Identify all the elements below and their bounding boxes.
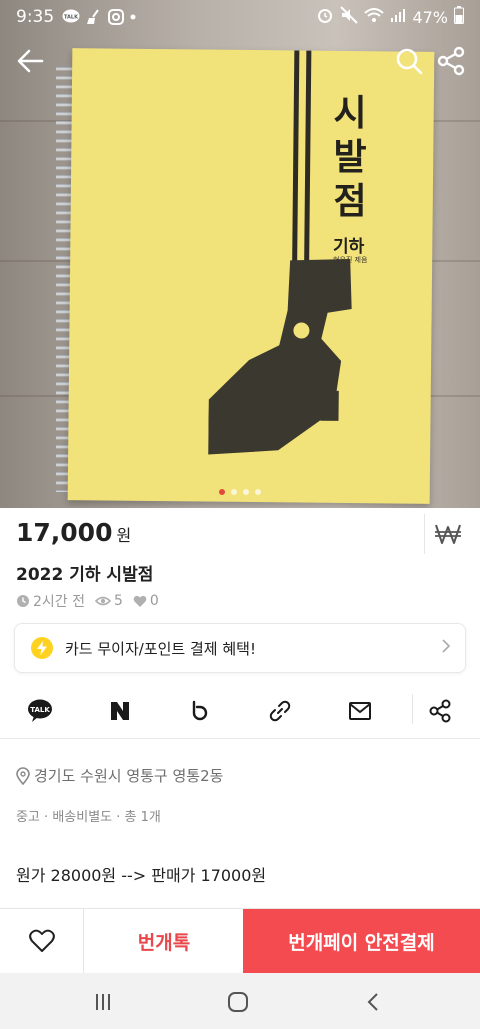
mute-icon xyxy=(340,6,359,28)
band-icon xyxy=(192,700,208,721)
share-icon xyxy=(437,46,465,76)
status-time: 9:35 xyxy=(16,7,55,27)
price-unit: 원 xyxy=(116,526,132,545)
search-button[interactable] xyxy=(392,44,426,78)
product-title: 2022 기하 시발점 xyxy=(16,565,154,585)
cover-subtitle: 기하 xyxy=(333,237,365,257)
share-icon xyxy=(429,699,451,723)
status-bar: 9:35 TALK 47% xyxy=(0,0,480,34)
kakaotalk-share-button[interactable]: TALK xyxy=(20,686,60,736)
broom-icon xyxy=(86,9,102,25)
back-button[interactable] xyxy=(14,44,48,78)
price: 17,000 원 xyxy=(16,518,131,547)
benefit-text: 카드 무이자/포인트 결제 혜택! xyxy=(65,639,256,658)
clock-icon xyxy=(17,595,29,607)
product-condition: 중고 · 배송비별도 · 총 1개 xyxy=(16,810,161,825)
recent-apps-icon xyxy=(96,994,110,1010)
like-button[interactable] xyxy=(0,909,84,973)
cover-author: 현우진 제음 xyxy=(333,256,368,264)
battery-percent: 47% xyxy=(412,7,448,27)
notebook-cover xyxy=(67,48,435,504)
location-pin-icon xyxy=(16,766,30,785)
mail-share-button[interactable] xyxy=(340,686,380,736)
gun-hand-illustration xyxy=(208,259,352,455)
system-back-button[interactable] xyxy=(356,985,390,1019)
lightning-bolt-icon xyxy=(31,637,53,659)
signal-icon xyxy=(390,7,406,27)
kakaotalk-icon: TALK xyxy=(28,699,52,722)
naver-icon xyxy=(111,702,129,720)
battery-icon xyxy=(454,6,464,28)
wifi-icon xyxy=(364,7,385,27)
chat-button[interactable]: 번개톡 xyxy=(84,909,244,973)
home-icon xyxy=(228,992,248,1012)
instagram-icon xyxy=(108,9,125,25)
divider xyxy=(0,738,480,739)
time-ago: 2시간 전 xyxy=(33,594,85,610)
photo-pagination xyxy=(0,489,480,495)
kakaotalk-talk-icon: TALK xyxy=(62,9,80,25)
bottom-action-bar: 번개톡 번개페이 안전결제 xyxy=(0,908,480,974)
location-text: 경기도 수원시 영통구 영통2동 xyxy=(34,767,224,785)
home-button[interactable] xyxy=(221,985,255,1019)
location[interactable]: 경기도 수원시 영통구 영통2동 xyxy=(16,765,223,786)
share-button[interactable] xyxy=(434,44,468,78)
heart-icon xyxy=(133,595,147,607)
copy-link-button[interactable] xyxy=(260,686,300,736)
more-share-button[interactable] xyxy=(420,686,460,736)
card-benefit-banner[interactable]: 카드 무이자/포인트 결제 혜택! xyxy=(14,623,466,673)
price-amount: 17,000 xyxy=(16,518,113,547)
chevron-left-icon xyxy=(367,993,378,1011)
product-meta: 2시간 전 5 0 xyxy=(16,591,169,611)
eye-icon xyxy=(95,596,111,606)
pagination-dot[interactable] xyxy=(219,489,225,495)
safe-pay-button[interactable]: 번개페이 안전결제 xyxy=(243,909,480,974)
cover-title: 시발점 xyxy=(333,93,367,222)
chevron-right-icon xyxy=(441,638,451,658)
pagination-dot[interactable] xyxy=(255,489,261,495)
mail-icon xyxy=(349,702,371,720)
band-share-button[interactable] xyxy=(180,686,220,736)
product-description: 원가 28000원 --> 판매가 17000원 xyxy=(16,866,267,885)
naver-share-button[interactable] xyxy=(100,686,140,736)
link-icon xyxy=(269,700,291,722)
divider xyxy=(412,694,413,724)
share-row: TALK xyxy=(0,686,480,736)
svg-text:TALK: TALK xyxy=(30,706,50,714)
heart-outline-icon xyxy=(28,929,55,952)
alarm-icon xyxy=(316,6,334,28)
pagination-dot[interactable] xyxy=(243,489,249,495)
like-count: 0 xyxy=(149,593,159,609)
pagination-dot[interactable] xyxy=(231,489,237,495)
dot-icon xyxy=(130,14,136,20)
back-arrow-icon xyxy=(17,49,44,73)
search-icon xyxy=(396,48,423,75)
price-offer-button[interactable] xyxy=(424,514,470,554)
recent-apps-button[interactable] xyxy=(86,985,120,1019)
svg-text:TALK: TALK xyxy=(64,15,79,21)
system-navigation-bar xyxy=(0,973,480,1029)
view-count: 5 xyxy=(114,593,123,609)
won-icon xyxy=(434,524,461,544)
